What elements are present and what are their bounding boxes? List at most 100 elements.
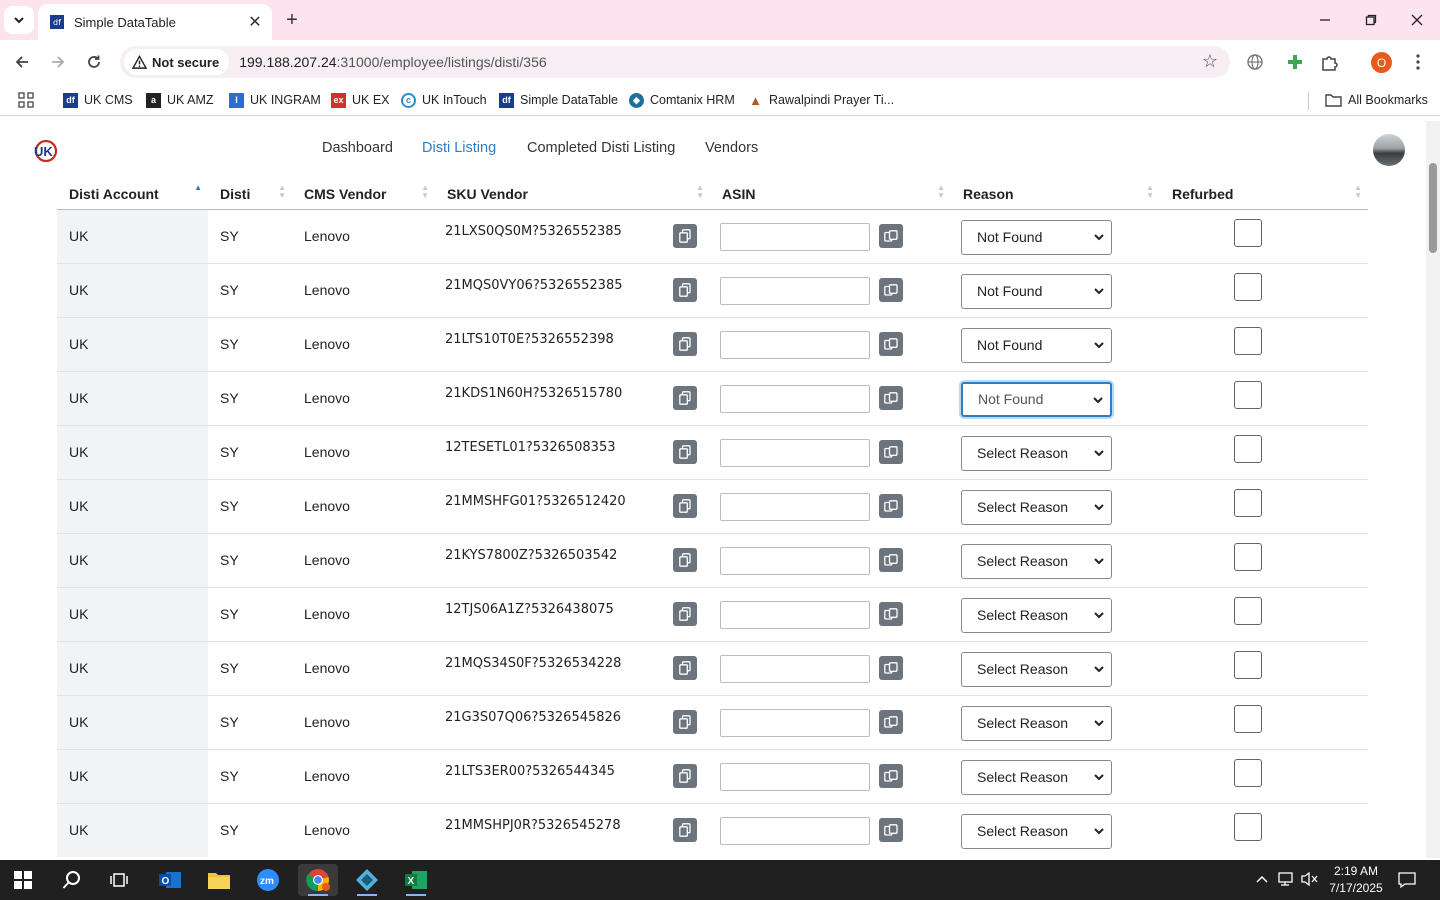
file-explorer-taskbar-button[interactable]	[199, 864, 239, 896]
notifications-icon[interactable]	[1398, 871, 1416, 892]
refurbed-checkbox[interactable]	[1234, 758, 1262, 787]
copy-sku-button[interactable]	[673, 223, 697, 248]
copy-sku-button[interactable]	[673, 493, 697, 518]
apps-grid-icon[interactable]	[18, 91, 34, 109]
browser-tab[interactable]: df Simple DataTable ✕	[38, 4, 272, 40]
col-disti-account[interactable]: Disti Account ▲	[57, 179, 208, 210]
reason-select[interactable]: Not Found	[961, 219, 1112, 255]
copy-sku-button[interactable]	[673, 385, 697, 410]
restore-button[interactable]	[1348, 4, 1394, 36]
col-cms-vendor[interactable]: CMS Vendor ▲ ▼	[292, 179, 435, 210]
col-asin[interactable]: ASIN ▲ ▼	[710, 179, 951, 210]
copy-sku-button[interactable]	[673, 655, 697, 680]
reason-select[interactable]: Select Reason	[961, 759, 1112, 795]
asin-input[interactable]	[720, 816, 870, 845]
asin-input[interactable]	[720, 654, 870, 683]
paste-asin-button[interactable]	[879, 655, 903, 680]
paste-asin-button[interactable]	[879, 493, 903, 518]
bookmark-uk-cms[interactable]: df UK CMS	[63, 91, 133, 109]
nav-disti-listing[interactable]: Disti Listing	[422, 140, 496, 156]
chrome-taskbar-button[interactable]	[298, 864, 338, 896]
forward-button[interactable]	[44, 48, 72, 76]
asin-input[interactable]	[720, 384, 870, 413]
translate-icon[interactable]	[1243, 50, 1267, 74]
asin-input[interactable]	[720, 276, 870, 305]
copy-sku-button[interactable]	[673, 547, 697, 572]
refurbed-checkbox[interactable]	[1234, 272, 1262, 301]
reason-select[interactable]: Select Reason	[961, 651, 1112, 687]
refurbed-checkbox[interactable]	[1234, 650, 1262, 679]
bookmark-uk-intouch[interactable]: c UK InTouch	[401, 91, 487, 109]
profile-avatar[interactable]: O	[1371, 52, 1392, 73]
nav-vendors[interactable]: Vendors	[705, 140, 758, 156]
bookmark-comtanix-hrm[interactable]: ◆ Comtanix HRM	[629, 91, 735, 109]
asin-input[interactable]	[720, 600, 870, 629]
asin-input[interactable]	[720, 438, 870, 467]
excel-taskbar-button[interactable]: X	[396, 864, 436, 896]
reason-select[interactable]: Not Found	[961, 381, 1112, 417]
reason-select[interactable]: Select Reason	[961, 813, 1112, 849]
user-avatar[interactable]	[1373, 134, 1405, 166]
copy-sku-button[interactable]	[673, 709, 697, 734]
network-icon[interactable]	[1278, 871, 1296, 890]
refurbed-checkbox[interactable]	[1234, 596, 1262, 625]
reload-button[interactable]	[80, 48, 108, 76]
paste-asin-button[interactable]	[879, 223, 903, 248]
back-button[interactable]	[8, 48, 36, 76]
col-reason[interactable]: Reason ▲ ▼	[951, 179, 1160, 210]
bookmark-simple-datatable[interactable]: df Simple DataTable	[499, 91, 618, 109]
bookmark-rawalpindi-prayer[interactable]: ▲ Rawalpindi Prayer Ti...	[748, 91, 894, 109]
asin-input[interactable]	[720, 708, 870, 737]
show-hidden-icons-icon[interactable]	[1255, 871, 1269, 887]
reason-select[interactable]: Not Found	[961, 273, 1112, 309]
nav-completed-disti-listing[interactable]: Completed Disti Listing	[527, 140, 675, 156]
volume-muted-icon[interactable]	[1301, 871, 1319, 890]
copy-sku-button[interactable]	[673, 817, 697, 842]
paste-asin-button[interactable]	[879, 385, 903, 410]
copy-sku-button[interactable]	[673, 601, 697, 626]
asin-input[interactable]	[720, 222, 870, 251]
extension-puzzle-green-icon[interactable]	[1283, 50, 1307, 74]
bookmark-uk-ingram[interactable]: I UK INGRAM	[229, 91, 321, 109]
bookmark-uk-amz[interactable]: a UK AMZ	[146, 91, 214, 109]
asin-input[interactable]	[720, 492, 870, 521]
close-tab-icon[interactable]: ✕	[244, 11, 266, 33]
reason-select[interactable]: Select Reason	[961, 705, 1112, 741]
reason-select[interactable]: Select Reason	[961, 489, 1112, 525]
refurbed-checkbox[interactable]	[1234, 812, 1262, 841]
scrollbar-thumb[interactable]	[1429, 163, 1437, 253]
paste-asin-button[interactable]	[879, 277, 903, 302]
uk-logo-icon[interactable]: UK	[32, 138, 58, 164]
zoom-taskbar-button[interactable]: zm	[248, 864, 288, 896]
paste-asin-button[interactable]	[879, 601, 903, 626]
paste-asin-button[interactable]	[879, 763, 903, 788]
taskbar-clock[interactable]: 2:19 AM 7/17/2025	[1322, 863, 1390, 897]
refurbed-checkbox[interactable]	[1234, 542, 1262, 571]
copy-sku-button[interactable]	[673, 439, 697, 464]
start-button[interactable]	[3, 864, 43, 896]
page-scrollbar[interactable]	[1426, 121, 1440, 858]
tab-search-button[interactable]	[4, 6, 34, 34]
col-disti[interactable]: Disti ▲ ▼	[208, 179, 292, 210]
search-taskbar-button[interactable]	[52, 864, 92, 896]
copy-sku-button[interactable]	[673, 331, 697, 356]
all-bookmarks-button[interactable]: All Bookmarks	[1325, 91, 1428, 109]
bookmark-star-icon[interactable]: ☆	[1202, 51, 1218, 72]
paste-asin-button[interactable]	[879, 439, 903, 464]
asin-input[interactable]	[720, 330, 870, 359]
close-window-button[interactable]	[1394, 4, 1440, 36]
paste-asin-button[interactable]	[879, 817, 903, 842]
outlook-taskbar-button[interactable]: O	[150, 864, 190, 896]
refurbed-checkbox[interactable]	[1234, 434, 1262, 463]
refurbed-checkbox[interactable]	[1234, 704, 1262, 733]
bookmark-uk-ex[interactable]: ex UK EX	[331, 91, 390, 109]
task-view-button[interactable]	[99, 864, 139, 896]
reason-select[interactable]: Select Reason	[961, 435, 1112, 471]
more-menu-icon[interactable]	[1406, 50, 1430, 74]
col-refurbed[interactable]: Refurbed ▲ ▼	[1160, 179, 1368, 210]
copy-sku-button[interactable]	[673, 763, 697, 788]
refurbed-checkbox[interactable]	[1234, 488, 1262, 517]
asin-input[interactable]	[720, 546, 870, 575]
copy-sku-button[interactable]	[673, 277, 697, 302]
minimize-button[interactable]	[1302, 4, 1348, 36]
